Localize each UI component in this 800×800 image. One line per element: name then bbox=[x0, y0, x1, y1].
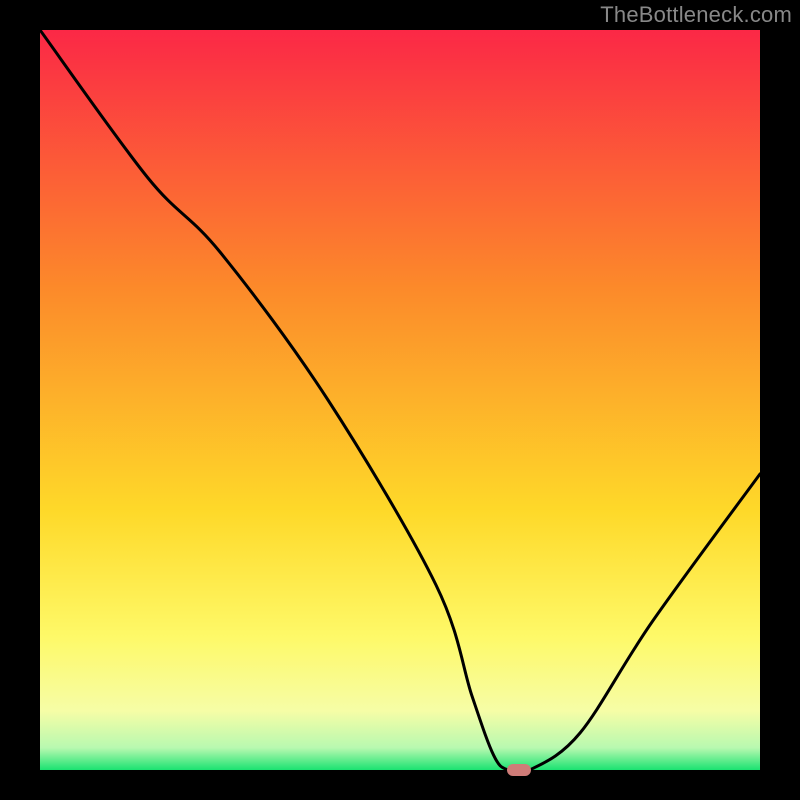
chart-canvas: TheBottleneck.com bbox=[0, 0, 800, 800]
gradient-rect bbox=[40, 30, 760, 770]
watermark-text: TheBottleneck.com bbox=[600, 2, 792, 28]
plot-svg bbox=[40, 30, 760, 770]
plot-area bbox=[40, 30, 760, 770]
selected-marker bbox=[507, 764, 531, 776]
